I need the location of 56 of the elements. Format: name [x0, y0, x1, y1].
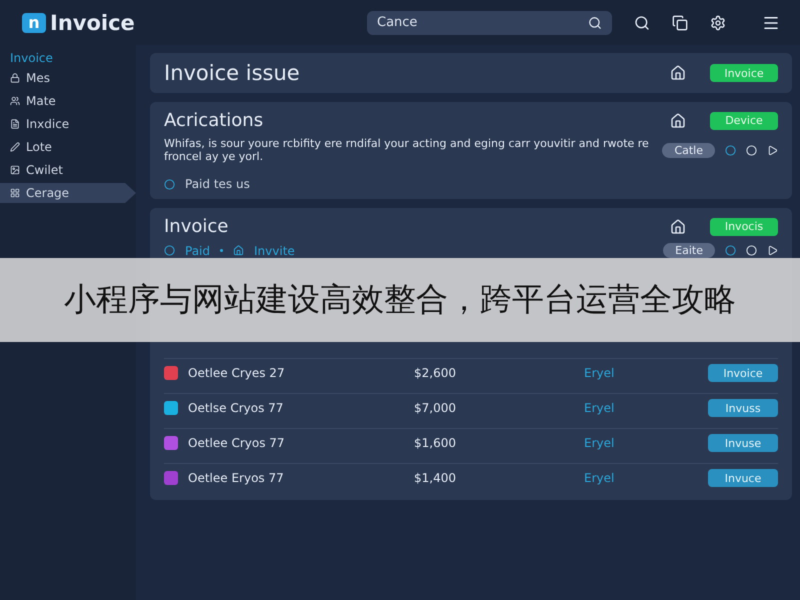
table-cell: Oetlee Cryos 77: [164, 436, 414, 450]
circle-icon: [164, 178, 175, 190]
home-icon: [233, 245, 244, 256]
app-title: Invoice: [50, 10, 135, 34]
description: Whifas, is sour youre rcbifity ere rndifal your acting and eging carr youvitir and rwote re froncel ay ye yorl.: [164, 137, 650, 164]
home-icon[interactable]: [670, 65, 686, 81]
tag-chip[interactable]: Eaite: [663, 243, 715, 258]
search-icon[interactable]: [588, 16, 602, 30]
search-icon[interactable]: [634, 14, 650, 30]
card-title: Acrications: [164, 110, 264, 131]
filter-link[interactable]: Paid: [185, 244, 210, 258]
paid-link[interactable]: Paid tes us: [185, 177, 250, 192]
table-cell-text: Eryel: [584, 366, 616, 380]
sidebar-item[interactable]: Mate: [0, 91, 136, 111]
play-icon[interactable]: [767, 245, 778, 256]
row-action-button[interactable]: Invuce: [708, 469, 778, 488]
card-title: Invoice issue: [164, 61, 301, 85]
sidebar-item[interactable]: Cerage: [0, 183, 136, 203]
table-cell: Oetlse Cryos 77: [164, 401, 414, 416]
row-action-button[interactable]: Invuss: [708, 399, 778, 418]
circle-icon[interactable]: [725, 245, 736, 256]
table-cell: Oetlee Eryos 77: [164, 471, 414, 486]
copy-icon[interactable]: [672, 14, 688, 30]
table-cell-text: $7,000: [414, 401, 457, 416]
table-cell-text: Eryel: [584, 436, 616, 450]
search-field[interactable]: Cance: [367, 10, 612, 34]
settings-icon[interactable]: [710, 14, 726, 30]
pencil-icon: [10, 142, 20, 152]
sidebar-item[interactable]: Cwilet: [0, 160, 136, 180]
home-icon[interactable]: [670, 112, 686, 128]
row-action-button[interactable]: Invuse: [708, 434, 778, 452]
tag-chip[interactable]: Catle: [662, 142, 715, 158]
sidebar-item[interactable]: Lote: [0, 137, 136, 157]
home-icon[interactable]: [670, 218, 686, 235]
play-icon[interactable]: [767, 144, 778, 156]
table-cell-text: Eryel: [584, 401, 616, 416]
circle-icon[interactable]: [725, 144, 736, 156]
table-cell-text: $1,600: [414, 436, 457, 450]
image-icon: [10, 165, 20, 175]
card-title: Invoice: [164, 216, 230, 238]
document-icon: [10, 119, 20, 129]
sidebar-item[interactable]: Inxdice: [0, 114, 136, 134]
table-cell-text: Eryel: [584, 471, 616, 486]
people-icon: [10, 96, 20, 106]
grid-icon: [10, 188, 20, 198]
table-cell-text: $2,600: [414, 366, 457, 380]
row-action-button[interactable]: Invoice: [708, 364, 778, 382]
circle-icon: [164, 245, 175, 256]
table-cell: Oetlee Cryes 27: [164, 366, 414, 380]
logo-icon: n: [22, 12, 46, 32]
sidebar-item[interactable]: Mes: [0, 68, 136, 88]
sidebar-heading: Invoice: [9, 51, 54, 65]
banner-title: 小程序与网站建设高效整合，跨平台运营全攻略: [0, 258, 800, 342]
table-cell-text: $1,400: [414, 471, 457, 486]
lock-icon: [10, 73, 20, 83]
filter-link[interactable]: Invvite: [254, 244, 295, 258]
